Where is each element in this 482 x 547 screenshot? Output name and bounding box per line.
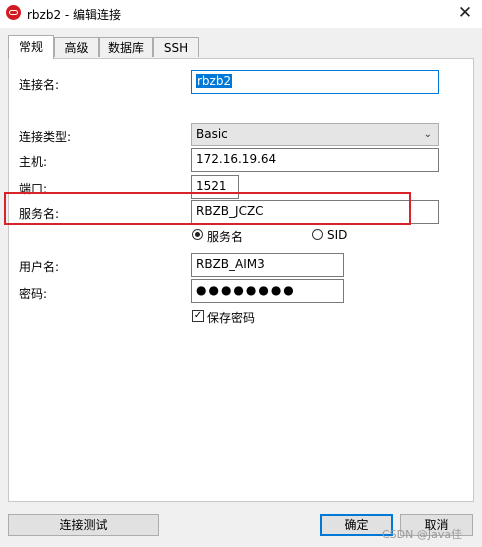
username-label: 用户名: <box>19 260 60 274</box>
password-input[interactable]: ●●●●●●●● <box>191 279 344 303</box>
password-label: 密码: <box>19 287 48 301</box>
connection-type-select[interactable]: Basic ⌄ <box>191 123 439 146</box>
save-password-label: 保存密码 <box>207 311 256 325</box>
close-button[interactable]: ✕ <box>452 2 478 24</box>
save-password-checkbox[interactable]: ✓ <box>192 310 204 322</box>
password-mask: ●●●●●●●● <box>196 283 296 297</box>
app-logo-icon <box>6 5 21 20</box>
username-input[interactable]: RBZB_AIM3 <box>191 253 344 277</box>
title-bar: rbzb2 - 编辑连接 ✕ <box>0 0 482 28</box>
chevron-down-icon: ⌄ <box>423 129 432 140</box>
tab-general[interactable]: 常规 <box>8 35 54 59</box>
service-name-radio-label: 服务名 <box>207 230 244 244</box>
host-label: 主机: <box>19 155 48 169</box>
host-input[interactable]: 172.16.19.64 <box>191 148 439 172</box>
connection-type-value: Basic <box>196 127 228 141</box>
service-name-radio[interactable] <box>192 229 203 240</box>
test-connection-button[interactable]: 连接测试 <box>8 514 159 536</box>
tab-ssh[interactable]: SSH <box>153 37 199 57</box>
annotation-highlight-box <box>4 192 411 225</box>
sid-radio-label: SID <box>327 228 348 242</box>
connection-name-input[interactable]: rbzb2 <box>191 70 439 94</box>
connection-name-label: 连接名: <box>19 78 60 92</box>
watermark-text: CSDN @Java佳 <box>382 528 463 541</box>
connection-name-value: rbzb2 <box>196 74 233 88</box>
connection-type-label: 连接类型: <box>19 130 72 144</box>
sid-radio[interactable] <box>312 229 323 240</box>
tab-database[interactable]: 数据库 <box>99 37 153 57</box>
tab-advanced[interactable]: 高级 <box>54 37 99 57</box>
window-title: rbzb2 - 编辑连接 <box>27 8 122 22</box>
